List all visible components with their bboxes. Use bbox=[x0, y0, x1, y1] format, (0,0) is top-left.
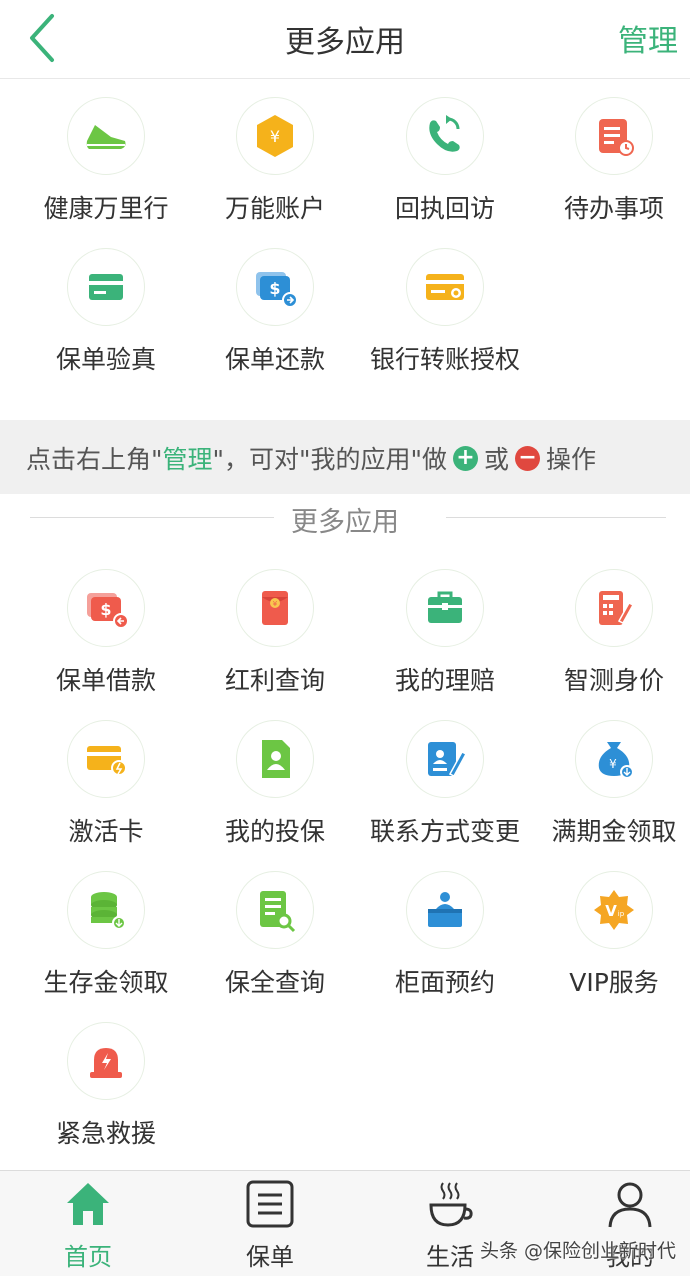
app-item-maturity-claim[interactable]: ¥ 满期金领取 bbox=[528, 720, 690, 870]
money-bag-icon: ¥ bbox=[575, 720, 653, 798]
document-icon bbox=[246, 1180, 294, 1228]
app-label: 保全查询 bbox=[224, 968, 325, 997]
app-label: 保单验真 bbox=[55, 345, 156, 374]
my-apps-grid: 健康万里行 ¥ 万能账户 回执回访 待办事项 保单验真 $ 保单还款 银行转账授… bbox=[0, 97, 690, 407]
tip-suffix: 操作 bbox=[546, 445, 597, 474]
more-apps-grid: $ 保单借款 ¥ 红利查询 我的理赔 智测身价 激活卡 我的投保 联系方式变更 … bbox=[0, 569, 690, 1169]
remove-circle-icon: − bbox=[515, 445, 541, 471]
tip-middle: "，可对"我的应用"做 bbox=[212, 445, 448, 474]
document-search-icon bbox=[236, 871, 314, 949]
activation-card-icon bbox=[67, 720, 145, 798]
tab-label: 保单 bbox=[246, 1243, 294, 1271]
home-icon bbox=[67, 1183, 109, 1225]
back-arrow-icon[interactable] bbox=[22, 12, 66, 64]
app-label: 保单借款 bbox=[55, 666, 156, 695]
vip-badge-icon: Vip bbox=[575, 871, 653, 949]
app-item-dividend-query[interactable]: ¥ 红利查询 bbox=[189, 569, 361, 719]
more-apps-section-header: 更多应用 bbox=[0, 498, 690, 538]
tab-label: 首页 bbox=[64, 1243, 112, 1271]
todo-list-icon bbox=[575, 97, 653, 175]
red-envelope-icon: ¥ bbox=[236, 569, 314, 647]
divider-right bbox=[446, 517, 666, 518]
app-label: 智测身价 bbox=[563, 666, 664, 695]
app-item-my-applications[interactable]: 我的投保 bbox=[189, 720, 361, 870]
bank-card-icon bbox=[406, 248, 484, 326]
app-label: VIP服务 bbox=[569, 968, 659, 997]
app-label: 回执回访 bbox=[394, 194, 495, 223]
alarm-light-icon bbox=[67, 1022, 145, 1100]
counter-clerk-icon bbox=[406, 871, 484, 949]
section-title: 更多应用 bbox=[291, 507, 399, 538]
app-label: 待办事项 bbox=[563, 194, 664, 223]
app-label: 红利查询 bbox=[224, 666, 325, 695]
app-item-activation-card[interactable]: 激活卡 bbox=[20, 720, 192, 870]
svg-text:¥: ¥ bbox=[273, 600, 278, 608]
coffee-cup-icon bbox=[429, 1182, 473, 1227]
manage-tip-text: 点击右上角" 管理 "，可对"我的应用"做 + 或 − 操作 bbox=[26, 440, 596, 476]
app-item-receipt-visit[interactable]: 回执回访 bbox=[359, 97, 531, 247]
app-label: 满期金领取 bbox=[551, 817, 677, 846]
app-label: 银行转账授权 bbox=[369, 345, 520, 374]
app-label: 我的理赔 bbox=[394, 666, 495, 695]
app-item-health[interactable]: 健康万里行 bbox=[20, 97, 192, 247]
app-label: 联系方式变更 bbox=[369, 817, 520, 846]
app-label: 柜面预约 bbox=[394, 968, 495, 997]
svg-text:ip: ip bbox=[618, 910, 625, 918]
tip-prefix: 点击右上角" bbox=[26, 445, 163, 474]
app-item-preservation-query[interactable]: 保全查询 bbox=[189, 871, 361, 1021]
app-item-emergency-rescue[interactable]: 紧急救援 bbox=[20, 1022, 192, 1172]
svg-text:$: $ bbox=[100, 600, 111, 619]
watermark-text: 头条 @保险创业新时代 bbox=[479, 1240, 676, 1262]
sneaker-icon bbox=[67, 97, 145, 175]
tip-or: 或 bbox=[484, 445, 510, 474]
add-circle-icon: + bbox=[453, 445, 479, 471]
manage-tip-bar: 点击右上角" 管理 "，可对"我的应用"做 + 或 − 操作 bbox=[0, 420, 690, 494]
app-item-contact-change[interactable]: 联系方式变更 bbox=[359, 720, 531, 870]
app-item-vip-service[interactable]: Vip VIP服务 bbox=[528, 871, 690, 1021]
app-item-todo[interactable]: 待办事项 bbox=[528, 97, 690, 247]
svg-text:V: V bbox=[605, 902, 617, 920]
card-verify-icon bbox=[67, 248, 145, 326]
yuan-hexagon-icon: ¥ bbox=[236, 97, 314, 175]
svg-text:¥: ¥ bbox=[609, 757, 617, 771]
app-item-bank-transfer-auth[interactable]: 银行转账授权 bbox=[359, 248, 531, 398]
app-label: 生存金领取 bbox=[43, 968, 169, 997]
app-label: 保单还款 bbox=[224, 345, 325, 374]
svg-text:$: $ bbox=[269, 279, 280, 298]
tab-home[interactable]: 首页 bbox=[2, 1171, 174, 1276]
top-bar: 更多应用 管理 bbox=[0, 0, 690, 79]
app-item-counter-appointment[interactable]: 柜面预约 bbox=[359, 871, 531, 1021]
app-item-policy-repay[interactable]: $ 保单还款 bbox=[189, 248, 361, 398]
svg-text:¥: ¥ bbox=[270, 127, 280, 146]
app-item-value-estimate[interactable]: 智测身价 bbox=[528, 569, 690, 719]
app-label: 我的投保 bbox=[224, 817, 325, 846]
app-label: 紧急救援 bbox=[55, 1119, 156, 1148]
contact-edit-icon bbox=[406, 720, 484, 798]
tip-manage-word: 管理 bbox=[162, 445, 213, 474]
app-item-policy-loan[interactable]: $ 保单借款 bbox=[20, 569, 192, 719]
dollar-repay-icon: $ bbox=[236, 248, 314, 326]
phone-callback-icon bbox=[406, 97, 484, 175]
app-item-policy-verify[interactable]: 保单验真 bbox=[20, 248, 192, 398]
briefcase-icon bbox=[406, 569, 484, 647]
app-label: 激活卡 bbox=[68, 817, 144, 846]
tab-policy[interactable]: 保单 bbox=[184, 1171, 356, 1276]
coin-stack-icon bbox=[67, 871, 145, 949]
app-item-universal-account[interactable]: ¥ 万能账户 bbox=[189, 97, 361, 247]
app-item-my-claims[interactable]: 我的理赔 bbox=[359, 569, 531, 719]
page-title: 更多应用 bbox=[285, 25, 405, 60]
app-label: 万能账户 bbox=[224, 194, 325, 223]
app-label: 健康万里行 bbox=[43, 194, 169, 223]
person-document-icon bbox=[236, 720, 314, 798]
app-item-survival-benefit[interactable]: 生存金领取 bbox=[20, 871, 192, 1021]
dollar-loan-icon: $ bbox=[67, 569, 145, 647]
user-icon bbox=[608, 1182, 652, 1228]
manage-button[interactable]: 管理 bbox=[618, 16, 678, 60]
calculator-pen-icon bbox=[575, 569, 653, 647]
